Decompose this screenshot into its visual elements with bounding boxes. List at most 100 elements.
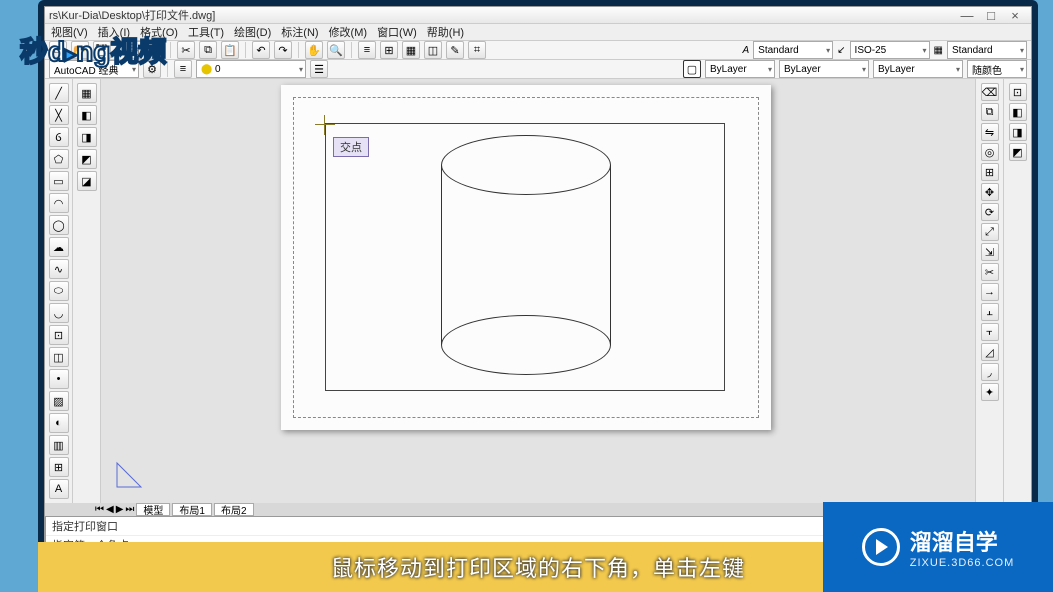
revcloud-icon[interactable]: ☁ [49,237,69,257]
layer-combo[interactable]: ⬤ 0 [196,60,306,78]
tab-layout1[interactable]: 布局1 [172,503,212,516]
minimize-button[interactable]: — [955,8,979,23]
block-make-icon[interactable]: ◫ [49,347,69,367]
tool2-e[interactable]: ◪ [77,171,97,191]
menu-modify[interactable]: 修改(M) [329,24,368,40]
hatch-icon[interactable]: ▨ [49,391,69,411]
extend-icon[interactable]: → [981,283,999,301]
break-icon[interactable]: ⫠ [981,303,999,321]
rtool-a[interactable]: ⊡ [1009,83,1027,101]
osnap-tooltip: 交点 [333,137,369,157]
polygon-icon[interactable]: ⬠ [49,149,69,169]
mtext-icon[interactable]: A [49,479,69,499]
titlebar: rs\Kur-Dia\Desktop\打印文件.dwg] — □ × [45,7,1031,24]
color-icon[interactable]: ▢ [683,60,701,78]
zoom-icon[interactable]: 🔍 [327,41,345,59]
offset-icon[interactable]: ◎ [981,143,999,161]
linetype-combo[interactable]: ByLayer [779,60,869,78]
draw-toolbar: ╱ ╳ Ⳓ ⬠ ▭ ◠ ◯ ☁ ∿ ⬭ ◡ ⊡ ◫ • ▨ ◐ ▥ ⊞ A [45,79,73,503]
video-frame: rs\Kur-Dia\Desktop\打印文件.dwg] — □ × 视图(V)… [38,0,1038,565]
spline-icon[interactable]: ∿ [49,259,69,279]
design-center-icon[interactable]: ⊞ [380,41,398,59]
redo-icon[interactable]: ↷ [274,41,292,59]
autocad-window: rs\Kur-Dia\Desktop\打印文件.dwg] — □ × 视图(V)… [44,6,1032,559]
menu-help[interactable]: 帮助(H) [427,24,464,40]
brand-play-icon [862,528,900,566]
polyline-icon[interactable]: Ⳓ [49,127,69,147]
mirror-icon[interactable]: ⇋ [981,123,999,141]
copy2-icon[interactable]: ⧉ [981,103,999,121]
tab-nav-next[interactable]: ▶ [116,504,124,515]
arc-icon[interactable]: ◠ [49,193,69,213]
tab-nav-first[interactable]: ⏮ [95,504,104,515]
gradient-icon[interactable]: ◐ [49,413,69,433]
ellipse-arc-icon[interactable]: ◡ [49,303,69,323]
table-icon[interactable]: ⊞ [49,457,69,477]
block-insert-icon[interactable]: ⊡ [49,325,69,345]
pan-icon[interactable]: ✋ [305,41,323,59]
scale-icon[interactable]: ⤢ [981,223,999,241]
menu-window[interactable]: 窗口(W) [377,24,417,40]
tab-nav-last[interactable]: ⏭ [125,504,134,515]
trim-icon[interactable]: ✂ [981,263,999,281]
props-icon[interactable]: ≡ [358,41,376,59]
menubar: 视图(V) 插入(I) 格式(O) 工具(T) 绘图(D) 标注(N) 修改(M… [45,24,1031,41]
calc-icon[interactable]: ⌗ [468,41,486,59]
color-combo[interactable]: ByLayer [705,60,775,78]
menu-draw[interactable]: 绘图(D) [234,24,271,40]
layer-on-icon: ⬤ [201,64,212,75]
play-icon: ▸ [65,41,76,66]
copy-icon[interactable]: ⧉ [199,41,217,59]
table-style-combo[interactable]: Standard [947,41,1027,59]
dim-style-icon: ↙ [837,45,845,56]
text-style-combo[interactable]: Standard [753,41,833,59]
undo-icon[interactable]: ↶ [252,41,270,59]
array-icon[interactable]: ⊞ [981,163,999,181]
point-icon[interactable]: • [49,369,69,389]
tab-layout2[interactable]: 布局2 [214,503,254,516]
tool2-c[interactable]: ◨ [77,127,97,147]
tab-nav-prev[interactable]: ◀ [106,504,114,515]
fillet-icon[interactable]: ◞ [981,363,999,381]
layer-props-icon[interactable]: ≡ [174,60,192,78]
lineweight-combo[interactable]: ByLayer [873,60,963,78]
xline-icon[interactable]: ╳ [49,105,69,125]
close-button[interactable]: × [1003,8,1027,23]
rotate-icon[interactable]: ⟳ [981,203,999,221]
explode-icon[interactable]: ✦ [981,383,999,401]
cut-icon[interactable]: ✂ [177,41,195,59]
line-icon[interactable]: ╱ [49,83,69,103]
circle-icon[interactable]: ◯ [49,215,69,235]
move-icon[interactable]: ✥ [981,183,999,201]
erase-icon[interactable]: ⌫ [981,83,999,101]
rectangle-icon[interactable]: ▭ [49,171,69,191]
tool2-b[interactable]: ◧ [77,105,97,125]
toolbar-layers: AutoCAD 经典 ⚙ ≡ ⬤ 0 ☰ ▢ ByLayer ByLayer B… [45,60,1031,79]
modify-toolbar: ⌫ ⧉ ⇋ ◎ ⊞ ✥ ⟳ ⤢ ⇲ ✂ → ⫠ ⫟ ◿ ◞ ✦ [975,79,1003,503]
layer-states-icon[interactable]: ☰ [310,60,328,78]
brand-title: 溜溜自学 [910,525,1014,557]
text-style-icon: A [742,45,749,56]
menu-tools[interactable]: 工具(T) [188,24,224,40]
sheet-icon[interactable]: ◫ [424,41,442,59]
rtool-d[interactable]: ◩ [1009,143,1027,161]
tool-palette-icon[interactable]: ▦ [402,41,420,59]
dim-style-combo[interactable]: ISO-25 [850,41,930,59]
rtool-c[interactable]: ◨ [1009,123,1027,141]
drawing-canvas[interactable]: 交点 [101,79,975,503]
tool2-d[interactable]: ◩ [77,149,97,169]
chamfer-icon[interactable]: ◿ [981,343,999,361]
paper-layout: 交点 [281,85,771,430]
join-icon[interactable]: ⫟ [981,323,999,341]
tool2-a[interactable]: ▦ [77,83,97,103]
paste-icon[interactable]: 📋 [221,41,239,59]
stretch-icon[interactable]: ⇲ [981,243,999,261]
ellipse-icon[interactable]: ⬭ [49,281,69,301]
rtool-b[interactable]: ◧ [1009,103,1027,121]
markup-icon[interactable]: ✎ [446,41,464,59]
region-icon[interactable]: ▥ [49,435,69,455]
maximize-button[interactable]: □ [979,8,1003,23]
menu-dimension[interactable]: 标注(N) [281,24,318,40]
tab-model[interactable]: 模型 [136,503,170,516]
plotstyle-combo[interactable]: 随颜色 [967,60,1027,78]
